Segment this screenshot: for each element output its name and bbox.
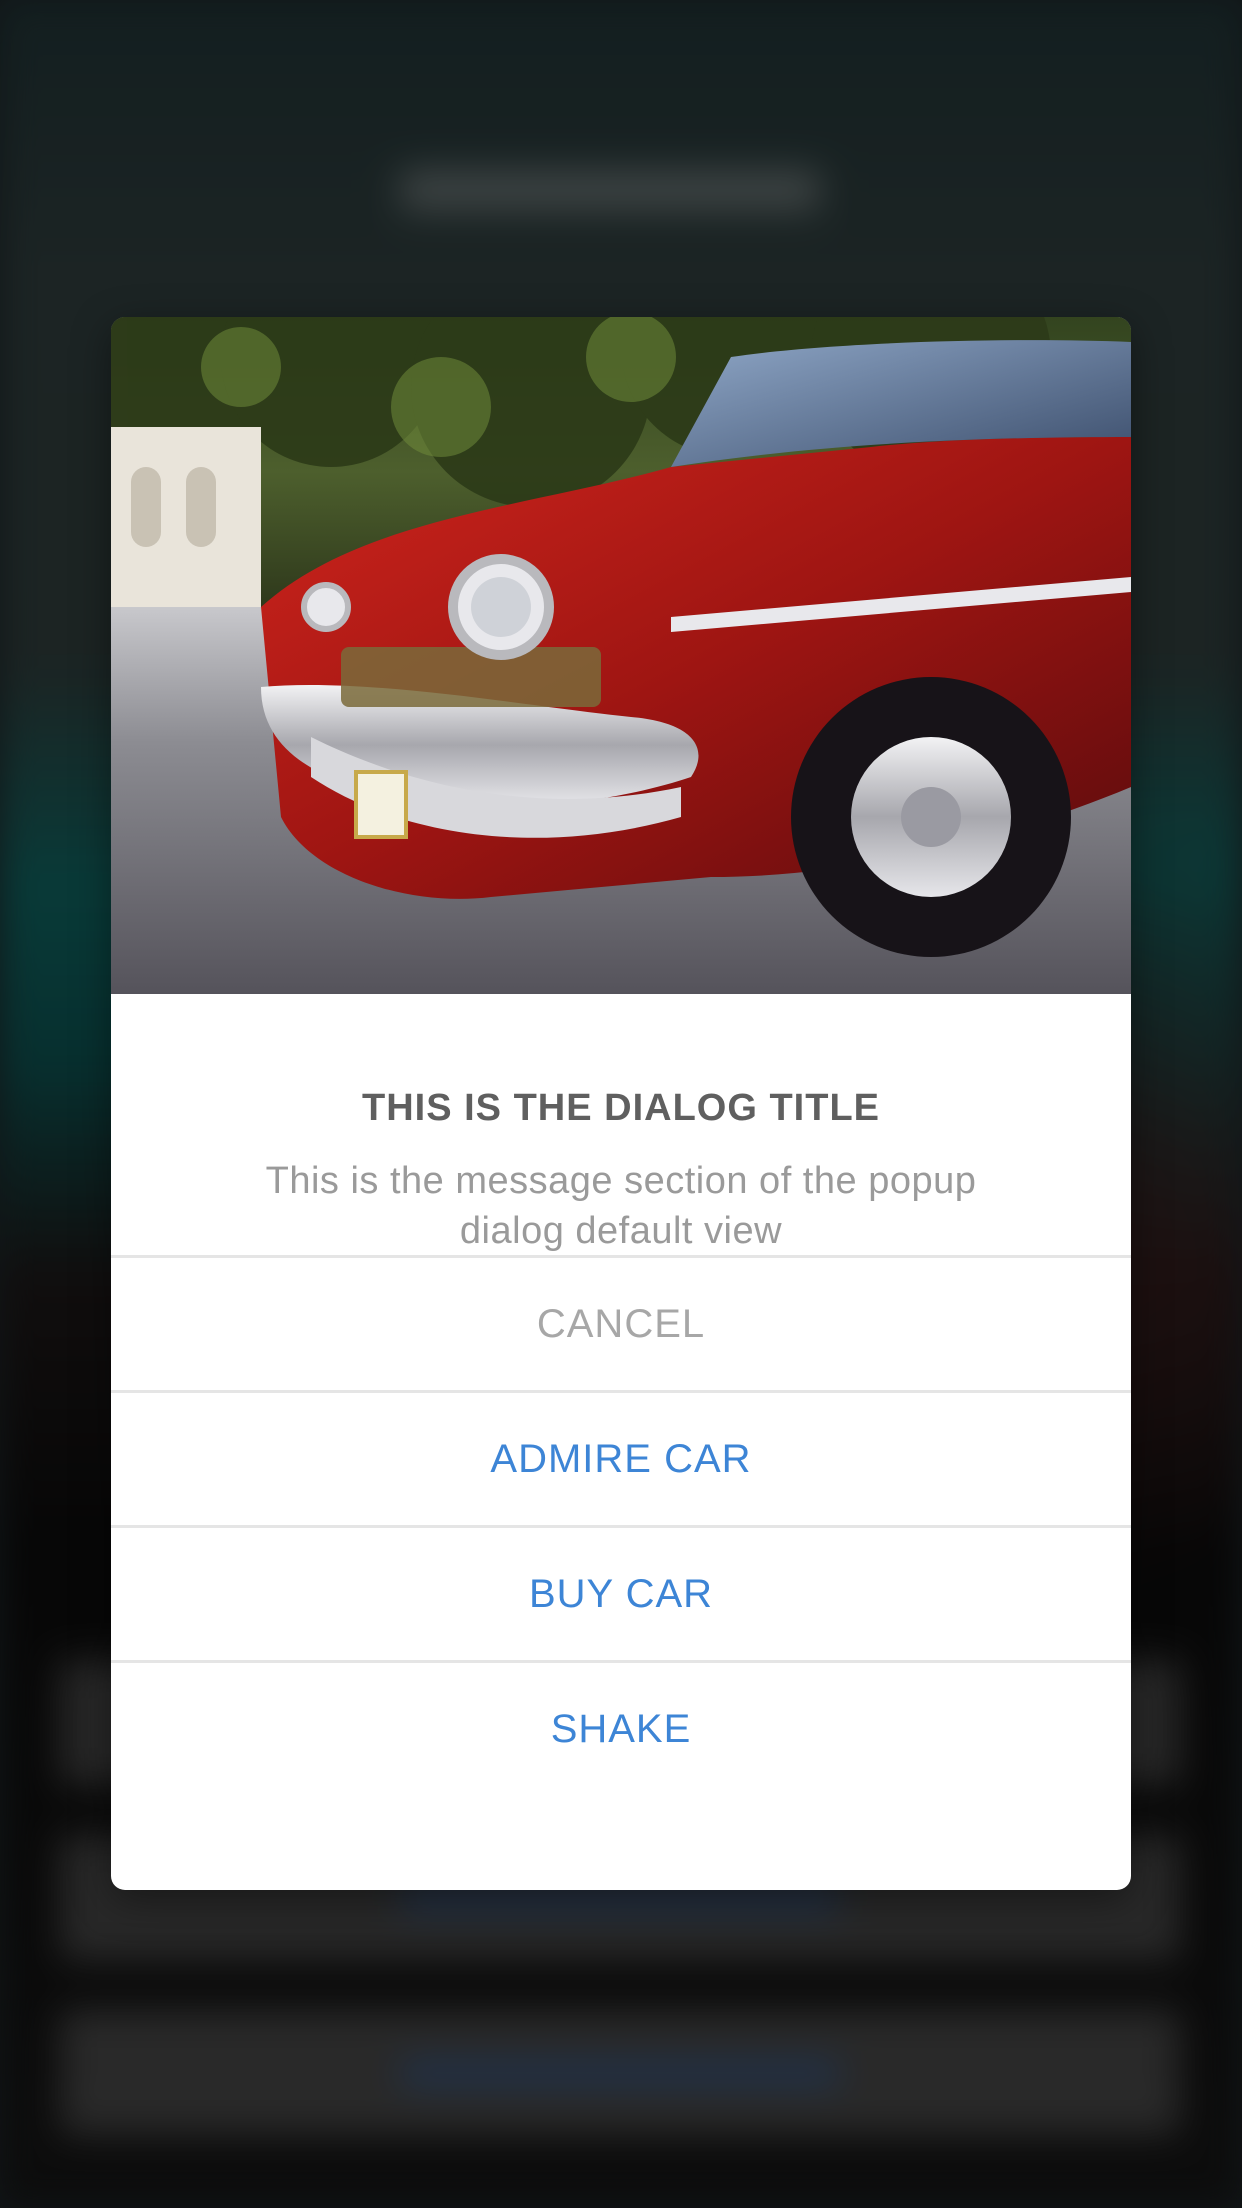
dialog-hero-image — [111, 317, 1131, 994]
dialog-message: This is the message section of the popup… — [265, 1160, 977, 1252]
shake-button[interactable]: SHAKE — [111, 1660, 1131, 1795]
screen: THIS IS THE DIALOG TITLE This is the mes… — [0, 0, 1242, 2208]
cancel-button[interactable]: CANCEL — [111, 1255, 1131, 1390]
dialog-title: THIS IS THE DIALOG TITLE — [362, 1087, 880, 1129]
buy-car-button[interactable]: BUY CAR — [111, 1525, 1131, 1660]
admire-car-button[interactable]: ADMIRE CAR — [111, 1390, 1131, 1525]
popup-dialog: THIS IS THE DIALOG TITLE This is the mes… — [111, 317, 1131, 1890]
dialog-content: THIS IS THE DIALOG TITLE This is the mes… — [111, 994, 1131, 1255]
